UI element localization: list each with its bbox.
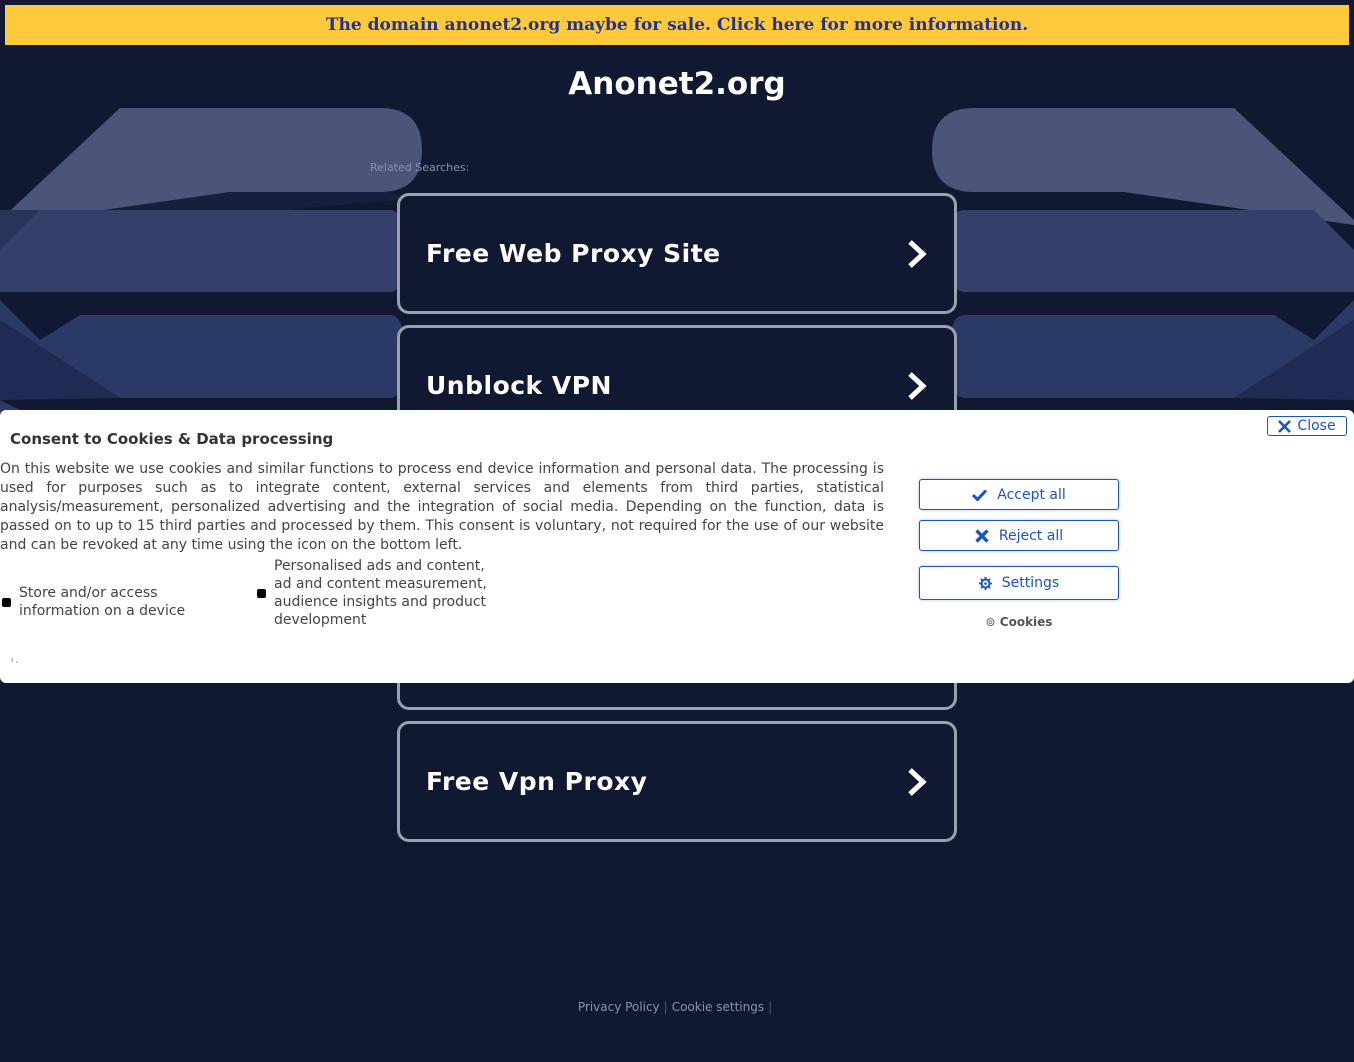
chevron-right-icon — [908, 371, 927, 400]
settings-label: Settings — [1001, 575, 1060, 591]
reject-all-label: Reject all — [998, 527, 1064, 544]
close-icon — [975, 528, 989, 543]
purpose-label: Personalised ads and content, ad and con… — [274, 558, 487, 628]
search-link-free-web-proxy-site[interactable]: Free Web Proxy Site — [397, 193, 957, 314]
gear-icon — [978, 576, 992, 590]
search-link-free-vpn-proxy[interactable]: Free Vpn Proxy — [397, 721, 957, 842]
search-link-label: Free Vpn Proxy — [426, 767, 648, 796]
accept-all-label: Accept all — [997, 486, 1066, 503]
reject-all-button[interactable]: Reject all — [919, 520, 1119, 551]
privacy-policy-link[interactable]: Privacy Policy — [578, 1000, 660, 1014]
settings-button[interactable]: Settings — [919, 566, 1119, 600]
bullet-icon — [2, 597, 11, 607]
purpose-item: Personalised ads and content, ad and con… — [257, 557, 497, 629]
chevron-right-icon — [908, 767, 927, 796]
close-button[interactable]: Close — [1267, 416, 1347, 436]
search-link-label: Unblock VPN — [426, 371, 612, 400]
cookies-link[interactable]: ⊚ Cookies — [919, 615, 1119, 629]
sale-banner-link[interactable]: The domain anonet2.org maybe for sale. C… — [5, 5, 1349, 45]
accept-all-button[interactable]: Accept all — [919, 479, 1119, 510]
consent-title: Consent to Cookies & Data processing — [10, 430, 334, 448]
sale-banner: The domain anonet2.org maybe for sale. C… — [0, 0, 1354, 50]
close-button-label: Close — [1297, 418, 1336, 434]
cookies-label: Cookies — [999, 615, 1053, 629]
cookie-icon: ⊚ — [985, 615, 996, 629]
related-searches-label: Related Searches: — [370, 161, 470, 174]
close-icon — [1278, 419, 1292, 433]
check-icon — [972, 488, 988, 501]
search-link-label: Free Web Proxy Site — [426, 239, 721, 268]
chevron-right-icon — [908, 239, 927, 268]
bullet-icon — [257, 588, 266, 598]
site-title: Anonet2.org — [568, 66, 786, 102]
cookie-settings-link[interactable]: Cookie settings — [672, 1000, 764, 1014]
footer: Privacy Policy | Cookie settings | — [0, 1000, 1354, 1014]
footer-separator: | — [663, 1000, 668, 1014]
purpose-label: Store and/or access information on a dev… — [19, 585, 186, 619]
consent-text: On this website we use cookies and simil… — [0, 461, 884, 553]
purpose-item: Store and/or access information on a dev… — [2, 584, 202, 620]
cookie-consent-dialog: Consent to Cookies & Data processing Clo… — [0, 410, 1354, 683]
consent-logo: ı , — [11, 655, 19, 664]
footer-separator: | — [768, 1000, 773, 1014]
